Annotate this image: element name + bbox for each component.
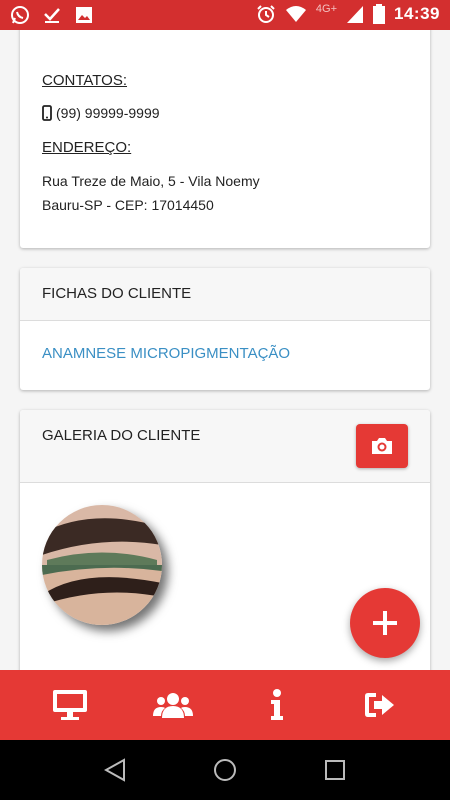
signal-icon [346,4,364,24]
nav-dashboard-button[interactable] [40,675,100,735]
battery-icon [373,4,386,24]
download-done-icon [42,5,62,25]
clock: 14:39 [394,4,440,23]
anamnese-link[interactable]: ANAMNESE MICROPIGMENTAÇÃO [42,345,290,362]
galeria-card-header: GALERIA DO CLIENTE [20,410,430,483]
system-recents-button[interactable] [315,750,355,790]
camera-button[interactable] [356,424,408,468]
phone-row[interactable]: (99) 99999-9999 [42,105,160,121]
address-line-1: Rua Treze de Maio, 5 - Vila Noemy [42,173,260,189]
main-content[interactable]: CONTATOS: (99) 99999-9999 ENDEREÇO: Rua … [0,30,450,670]
address-label: ENDEREÇO: [42,139,132,156]
status-bar: 4G+ 14:39 [0,0,450,30]
phone-number: (99) 99999-9999 [56,105,160,121]
gallery-photo[interactable] [42,505,162,625]
sign-out-icon [364,691,396,719]
fichas-card-title: FICHAS DO CLIENTE [42,285,192,302]
add-fab-button[interactable] [350,588,420,658]
info-icon [269,689,285,721]
nav-clients-button[interactable] [143,675,203,735]
system-back-button[interactable] [95,750,135,790]
wifi-icon [285,4,307,24]
contacts-label: CONTATOS: [42,72,128,89]
eyebrow-photo-image [42,505,162,625]
system-navigation-bar [0,740,450,800]
system-home-button[interactable] [205,750,245,790]
galeria-card-title: GALERIA DO CLIENTE [42,427,201,444]
nav-logout-button[interactable] [350,675,410,735]
address-line-2: Bauru-SP - CEP: 17014450 [42,197,214,213]
bottom-navigation [0,670,450,740]
image-icon [74,5,94,25]
whatsapp-icon [10,5,30,25]
plus-icon [372,610,398,636]
nav-info-button[interactable] [247,675,307,735]
recents-icon [324,759,346,781]
contact-card: CONTATOS: (99) 99999-9999 ENDEREÇO: Rua … [20,30,430,248]
network-type-label: 4G+ [315,3,338,15]
desktop-icon [52,689,88,721]
users-icon [153,691,194,719]
camera-icon [370,436,394,456]
fichas-card: FICHAS DO CLIENTE ANAMNESE MICROPIGMENTA… [20,268,430,390]
fichas-card-header: FICHAS DO CLIENTE [20,268,430,321]
alarm-icon [256,4,276,24]
back-icon [103,758,126,782]
home-icon [213,758,237,782]
mobile-phone-icon [42,105,52,121]
